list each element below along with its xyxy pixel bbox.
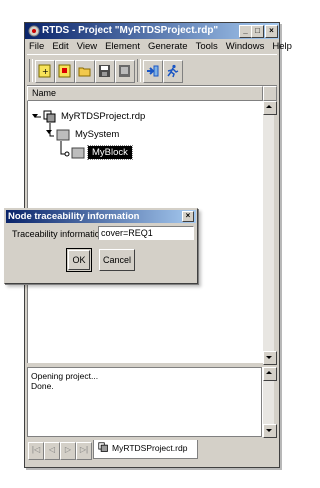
menu-edit[interactable]: Edit xyxy=(48,41,72,52)
new-project-button[interactable]: + xyxy=(35,60,55,83)
new-project-icon: + xyxy=(38,64,51,78)
ok-button[interactable]: OK xyxy=(68,250,90,270)
tab-first-button[interactable]: |◁ xyxy=(28,442,44,460)
traceability-input[interactable]: cover=REQ1 xyxy=(98,226,194,240)
arrow-up-icon xyxy=(266,371,272,374)
import-icon xyxy=(147,65,159,77)
new-element-icon xyxy=(58,64,71,78)
save-all-button[interactable] xyxy=(115,60,135,83)
save-button[interactable] xyxy=(95,60,115,83)
console-scroll-up-button[interactable] xyxy=(263,367,277,381)
arrow-down-icon xyxy=(266,429,272,432)
project-icon xyxy=(43,110,56,123)
dialog-close-button[interactable]: × xyxy=(182,211,194,222)
tab-prev-button[interactable]: ◁ xyxy=(44,442,60,460)
toolbar-separator xyxy=(137,59,141,82)
arrow-down-icon xyxy=(266,356,272,359)
project-icon xyxy=(98,442,108,452)
name-column-header[interactable]: Name xyxy=(27,86,263,101)
column-header-filler xyxy=(263,86,277,101)
tab-project-label: MyRTDSProject.rdp xyxy=(112,443,188,453)
run-icon xyxy=(167,64,179,78)
toolbar: + xyxy=(27,54,277,86)
console-line: Opening project... xyxy=(31,371,99,381)
run-button[interactable] xyxy=(163,60,183,83)
import-button[interactable] xyxy=(143,60,163,83)
tree-node-block-selected[interactable]: MyBlock xyxy=(87,145,133,160)
console-scrollbar[interactable] xyxy=(262,367,277,438)
system-icon xyxy=(56,129,70,141)
title-bar[interactable]: RTDS - Project "MyRTDSProject.rdp" _ □ × xyxy=(25,23,279,39)
toolbar-grip xyxy=(29,59,33,82)
console-output[interactable]: Opening project... Done. xyxy=(27,367,262,437)
scroll-down-button[interactable] xyxy=(263,351,277,365)
window-title: RTDS - Project "MyRTDSProject.rdp" xyxy=(42,25,219,36)
app-icon xyxy=(28,25,40,37)
scroll-up-button[interactable] xyxy=(263,101,277,115)
menu-element[interactable]: Element xyxy=(101,41,144,52)
dialog-title: Node traceability information xyxy=(8,211,140,222)
tab-next-button[interactable]: ▷ xyxy=(60,442,76,460)
block-icon xyxy=(71,147,85,159)
menu-file[interactable]: File xyxy=(25,41,48,52)
menu-view[interactable]: View xyxy=(73,41,101,52)
open-button[interactable] xyxy=(75,60,95,83)
svg-text:+: + xyxy=(42,67,49,76)
tab-strip: |◁ ◁ ▷ ▷| MyRTDSProject.rdp xyxy=(27,438,277,462)
maximize-button[interactable]: □ xyxy=(251,25,264,38)
tree-node-system[interactable]: MySystem xyxy=(75,129,119,140)
close-button[interactable]: × xyxy=(265,25,278,38)
tree-node-project[interactable]: MyRTDSProject.rdp xyxy=(61,111,145,122)
tree-scrollbar[interactable] xyxy=(262,101,277,365)
menu-generate[interactable]: Generate xyxy=(144,41,192,52)
menu-bar: File Edit View Element Generate Tools Wi… xyxy=(25,39,292,53)
save-icon xyxy=(99,65,110,77)
dialog-title-bar[interactable]: Node traceability information × xyxy=(6,210,196,223)
menu-tools[interactable]: Tools xyxy=(192,41,222,52)
menu-windows[interactable]: Windows xyxy=(222,41,269,52)
cancel-button[interactable]: Cancel xyxy=(99,249,135,271)
new-element-button[interactable] xyxy=(55,60,75,83)
tab-project[interactable]: MyRTDSProject.rdp xyxy=(93,440,199,459)
save-all-icon xyxy=(119,65,130,77)
traceability-label: Traceability information: xyxy=(12,229,108,239)
console-line: Done. xyxy=(31,381,54,391)
tab-last-button[interactable]: ▷| xyxy=(76,442,92,460)
console-scroll-down-button[interactable] xyxy=(263,424,277,438)
arrow-up-icon xyxy=(266,105,272,108)
menu-help[interactable]: Help xyxy=(268,41,296,52)
open-folder-icon xyxy=(78,67,91,77)
